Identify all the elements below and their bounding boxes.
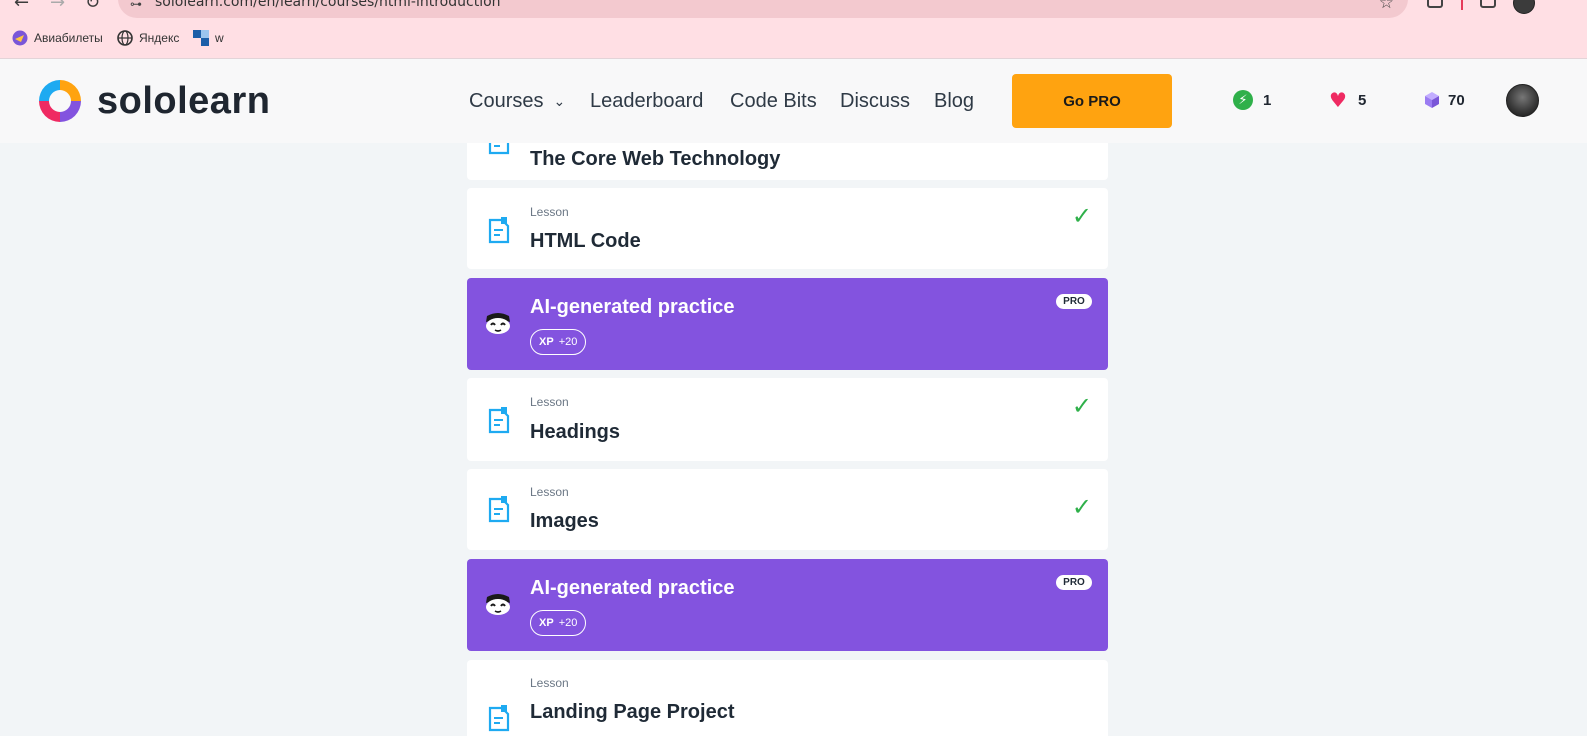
address-bar[interactable]: ⊶ sololearn.com/en/learn/courses/html-in… [118,0,1408,18]
lesson-type-label: Lesson [530,205,569,219]
lesson-card-headings[interactable]: Lesson Headings ✓ [467,378,1108,461]
cube-icon [1422,90,1442,110]
bookmark-w[interactable]: w [193,26,224,50]
lightning-icon: ⚡ [1233,90,1253,110]
practice-card-ai-generated-2[interactable]: AI-generated practice XP +20 PRO [467,559,1108,651]
streak-value: 1 [1263,91,1272,109]
lesson-doc-icon [488,406,510,434]
lesson-doc-icon [488,495,510,523]
lesson-card-html-code[interactable]: Lesson HTML Code ✓ [467,188,1108,269]
bookmark-aviasales[interactable]: Авиабилеты [12,26,103,50]
aviasales-icon [12,30,28,46]
bookmark-label: Авиабилеты [34,31,103,45]
lesson-type-label: Lesson [530,485,569,499]
toolbar-separator [1461,0,1463,10]
lesson-title: Landing Page Project [530,701,735,723]
bookmark-label: Яндекс [139,31,180,45]
site-header: sololearn Courses ⌄ Leaderboard Code Bit… [0,58,1587,143]
go-pro-button[interactable]: Go PRO [1012,74,1172,128]
practice-title: AI-generated practice [530,296,735,318]
lesson-card-landing-page-project[interactable]: Lesson Landing Page Project [467,660,1108,736]
bits-counter[interactable]: 70 [1422,90,1465,110]
lesson-doc-icon [488,143,510,155]
xp-label: XP [539,336,554,348]
xp-value: +20 [558,336,578,348]
forward-icon[interactable]: → [50,0,65,13]
nav-courses[interactable]: Courses ⌄ [469,90,565,113]
bits-value: 70 [1448,91,1465,109]
lesson-doc-icon [488,216,510,244]
check-icon: ✓ [1071,493,1092,521]
check-icon: ✓ [1071,202,1092,230]
ai-bot-icon [484,591,512,617]
user-avatar[interactable] [1506,84,1539,117]
heart-icon: ♥ [1329,88,1347,112]
nav-leaderboard[interactable]: Leaderboard [590,90,703,113]
chevron-down-icon: ⌄ [553,93,566,110]
xp-pill: XP +20 [530,610,587,636]
extensions-icon[interactable] [1427,0,1443,8]
lesson-card-images[interactable]: Lesson Images ✓ [467,469,1108,550]
sololearn-logo-icon [35,76,85,126]
practice-title: AI-generated practice [530,577,735,599]
lesson-title: Images [530,510,599,532]
lesson-card-core-web-technology[interactable]: The Core Web Technology [467,143,1108,180]
pro-badge: PRO [1056,575,1092,590]
bookmark-label: w [215,31,224,45]
pro-badge: PRO [1056,294,1092,309]
browser-profile-avatar[interactable] [1513,0,1535,14]
w-site-icon [193,30,209,46]
check-icon: ✓ [1071,392,1092,420]
xp-value: +20 [558,617,578,629]
lesson-type-label: Lesson [530,676,569,690]
url-text[interactable]: sololearn.com/en/learn/courses/html-intr… [155,0,501,10]
practice-card-ai-generated[interactable]: AI-generated practice XP +20 PRO [467,278,1108,370]
streak-counter[interactable]: ⚡ 1 [1233,90,1271,110]
nav-blog[interactable]: Blog [934,90,974,113]
bookmark-yandex[interactable]: Яндекс [117,26,179,50]
xp-pill: XP +20 [530,329,587,355]
ai-bot-icon [484,310,512,336]
logo-text: sololearn [97,79,271,122]
hearts-value: 5 [1358,91,1367,109]
lesson-title: The Core Web Technology [530,148,781,170]
hearts-counter[interactable]: ♥ 5 [1328,90,1366,110]
reload-icon[interactable]: ↻ [85,0,100,13]
lesson-type-label: Lesson [530,395,569,409]
globe-icon [117,30,133,46]
lesson-title: HTML Code [530,230,641,252]
sidepanel-icon[interactable] [1480,0,1496,8]
address-row: ← → ↻ ⊶ sololearn.com/en/learn/courses/h… [0,0,1587,18]
lesson-doc-icon [488,704,510,732]
nav-code-bits[interactable]: Code Bits [730,90,817,113]
bookmark-star-icon[interactable]: ☆ [1379,0,1394,13]
xp-label: XP [539,617,554,629]
nav-courses-label: Courses [469,90,544,112]
lesson-title: Headings [530,421,621,443]
sololearn-logo[interactable]: sololearn [35,76,270,126]
nav-discuss[interactable]: Discuss [840,90,910,113]
browser-chrome: ← → ↻ ⊶ sololearn.com/en/learn/courses/h… [0,0,1587,58]
back-icon[interactable]: ← [14,0,29,13]
lesson-list: The Core Web Technology Lesson HTML Code… [467,143,1108,736]
site-info-icon[interactable]: ⊶ [130,0,142,11]
